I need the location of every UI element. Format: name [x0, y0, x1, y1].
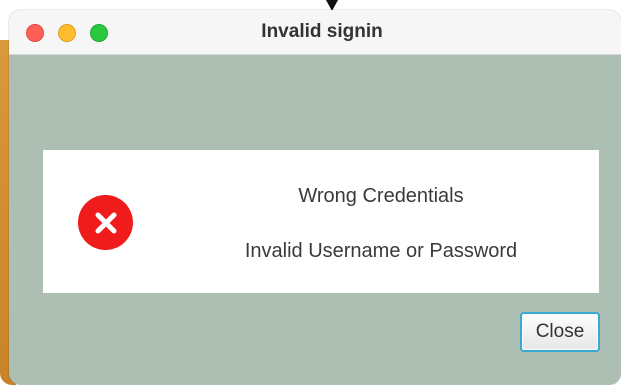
window-title: Invalid signin [261, 21, 383, 42]
close-button[interactable]: Close [520, 312, 600, 352]
error-message: Invalid Username or Password [244, 240, 518, 262]
title-bar: Invalid signin [9, 10, 621, 55]
invalid-signin-dialog: Invalid signin Wrong Credentials Invalid… [9, 10, 621, 385]
message-panel: Wrong Credentials Invalid Username or Pa… [43, 150, 599, 293]
screen: Invalid signin Wrong Credentials Invalid… [0, 0, 621, 385]
error-heading: Wrong Credentials [298, 185, 464, 207]
x-mark-icon [95, 212, 116, 233]
error-icon [78, 195, 133, 250]
